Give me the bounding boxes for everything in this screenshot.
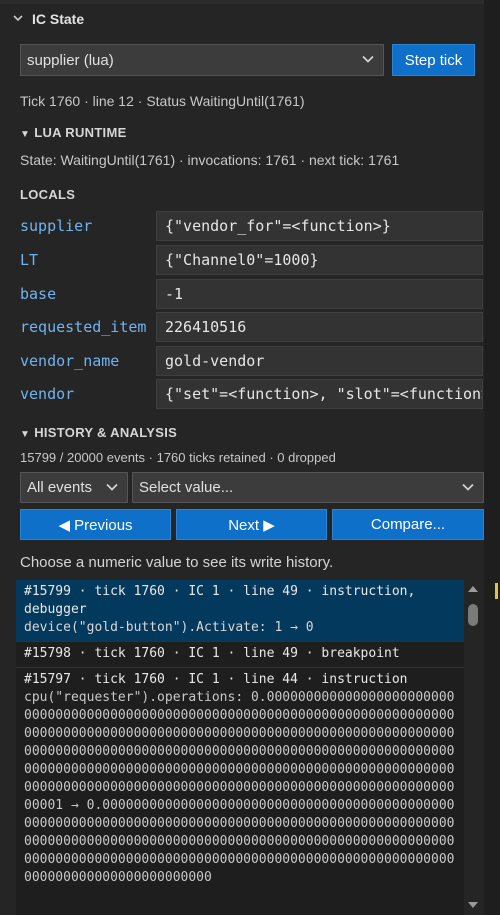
compare-button[interactable]: Compare... (332, 509, 484, 540)
history-entry[interactable]: #15798 · tick 1760 · IC 1 · line 49 · br… (16, 641, 464, 667)
scroll-down-icon[interactable] (468, 902, 478, 908)
local-row: vendor {"set"=<function>, "slot"=<functi… (20, 379, 484, 409)
event-filter-select[interactable]: All events (20, 472, 128, 503)
local-value[interactable]: 226410516 (156, 312, 483, 342)
local-value[interactable]: gold-vendor (156, 346, 483, 376)
step-tick-button[interactable]: Step tick (392, 44, 475, 76)
overview-ruler-marker (495, 583, 498, 599)
script-select[interactable]: supplier (lua) (20, 44, 384, 76)
history-header[interactable]: ▼ HISTORY & ANALYSIS (20, 425, 177, 440)
history-entry[interactable]: #15797 · tick 1760 · IC 1 · line 44 · in… (16, 667, 464, 891)
history-entry-detail: device("gold-button").Activate: 1 → 0 (24, 620, 314, 635)
local-value[interactable]: -1 (156, 279, 483, 309)
history-entry[interactable]: #15799 · tick 1760 · IC 1 · line 49 · in… (16, 580, 464, 641)
tick-status: Tick 1760 · line 12 · Status WaitingUnti… (20, 93, 305, 109)
step-tick-label: Step tick (404, 51, 463, 69)
history-list: #15799 · tick 1760 · IC 1 · line 49 · in… (16, 580, 464, 915)
chevron-down-icon (12, 11, 26, 27)
local-key: supplier (20, 217, 93, 235)
scroll-thumb[interactable] (468, 604, 478, 626)
local-key: base (20, 285, 57, 303)
script-select-value: supplier (lua) (27, 51, 114, 69)
local-value[interactable]: {"vendor_for"=<function>} (156, 211, 483, 241)
panel-header[interactable]: IC State (0, 5, 484, 33)
local-value[interactable]: {"set"=<function>, "slot"=<function>} (156, 379, 483, 409)
local-row: requested_item 226410516 (20, 312, 484, 342)
local-row: base -1 (20, 279, 484, 309)
lua-runtime-header[interactable]: ▼ LUA RUNTIME (20, 125, 127, 140)
local-value[interactable]: {"Channel0"=1000} (156, 245, 483, 275)
chevron-down-icon (105, 479, 119, 496)
value-select[interactable]: Select value... (132, 472, 484, 503)
local-key: vendor_name (20, 352, 120, 370)
previous-button[interactable]: ◀ Previous (20, 509, 171, 540)
value-select-value: Select value... (139, 479, 234, 496)
local-row: supplier {"vendor_for"=<function>} (20, 211, 484, 241)
panel-title: IC State (32, 11, 85, 27)
lua-runtime-title: LUA RUNTIME (34, 125, 127, 140)
local-key: vendor (20, 385, 75, 403)
top-divider (0, 0, 484, 4)
scroll-up-icon[interactable] (468, 586, 478, 592)
local-key: requested_item (20, 318, 147, 336)
compare-label: Compare... (370, 516, 446, 533)
local-row: vendor_name gold-vendor (20, 346, 484, 376)
next-button[interactable]: Next ▶ (176, 509, 327, 540)
history-hint: Choose a numeric value to see its write … (20, 554, 334, 571)
history-entry-header: #15799 · tick 1760 · IC 1 · line 49 · in… (24, 584, 416, 617)
event-filter-value: All events (27, 479, 93, 496)
history-title: HISTORY & ANALYSIS (34, 425, 178, 440)
local-row: LT {"Channel0"=1000} (20, 245, 484, 275)
history-entry-header: #15798 · tick 1760 · IC 1 · line 49 · br… (24, 646, 400, 661)
ic-state-panel: IC State supplier (lua) Step tick Tick 1… (0, 0, 484, 915)
next-label: Next ▶ (228, 516, 275, 534)
lua-runtime-state: State: WaitingUntil(1761) · invocations:… (20, 152, 400, 168)
history-scrollbar[interactable] (464, 580, 484, 915)
local-key: LT (20, 251, 39, 269)
editor-gutter (484, 0, 500, 915)
chevron-down-icon (461, 479, 475, 496)
history-stats: 15799 / 20000 events · 1760 ticks retain… (20, 450, 336, 465)
chevron-down-icon (361, 52, 375, 69)
previous-label: ◀ Previous (58, 516, 133, 534)
triangle-down-icon: ▼ (20, 129, 31, 140)
triangle-down-icon: ▼ (20, 429, 31, 440)
history-entry-detail: cpu("requester").operations: 0.000000000… (24, 690, 455, 885)
locals-title: LOCALS (20, 187, 76, 202)
history-entry-header: #15797 · tick 1760 · IC 1 · line 44 · in… (24, 672, 408, 687)
